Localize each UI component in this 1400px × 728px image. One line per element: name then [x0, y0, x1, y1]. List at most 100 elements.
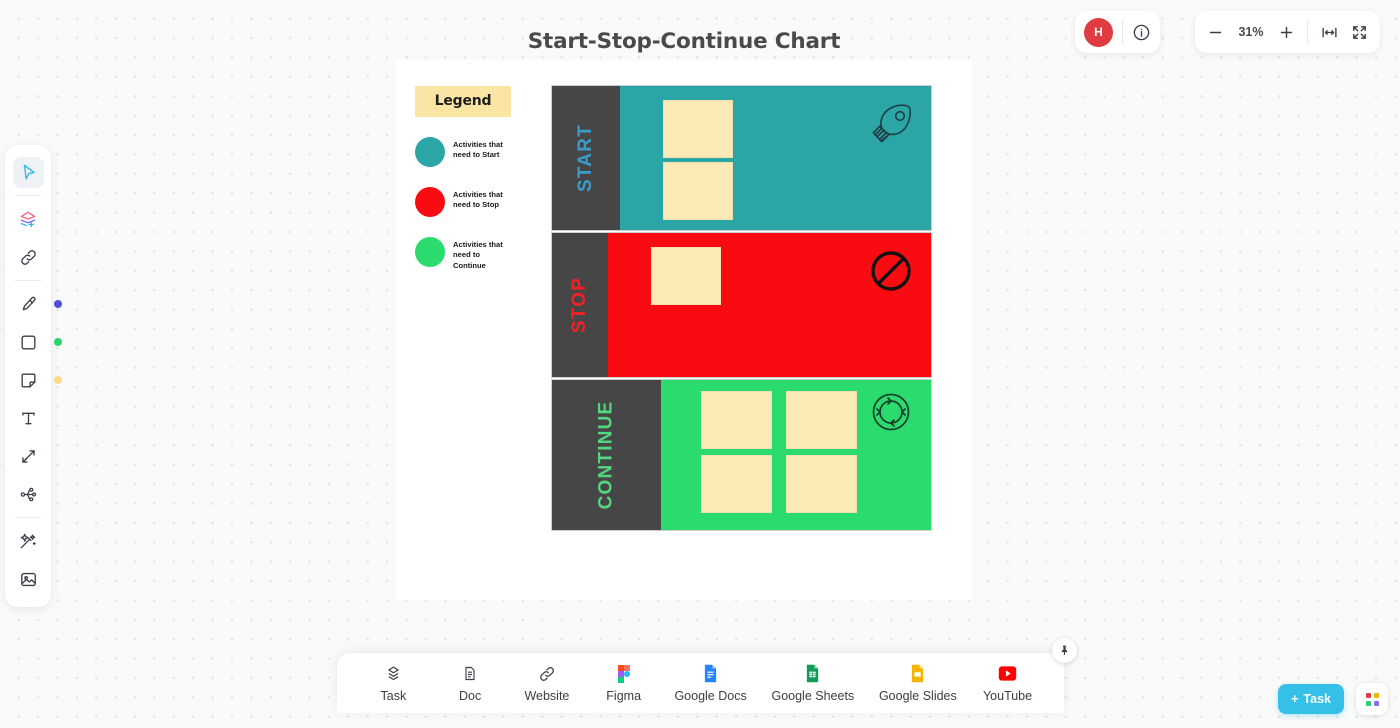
- magic-wand-icon: [20, 533, 36, 549]
- apps-grid-icon: [1365, 692, 1379, 706]
- insert-google-slides-button[interactable]: Google Slides: [879, 664, 957, 703]
- cursor-icon: [23, 164, 35, 180]
- legend-item-label: Activities that need to Stop: [453, 190, 503, 210]
- plus-icon: [1280, 26, 1293, 38]
- insert-item-label: Task: [380, 688, 407, 703]
- fullscreen-icon: [1353, 25, 1366, 39]
- row-label-stop: STOP: [552, 233, 609, 377]
- legend-item-label: Activities that need to Continue: [453, 240, 503, 270]
- divider: [1307, 21, 1308, 43]
- row-label-text: CONTINUE: [595, 400, 617, 510]
- legend-color-swatch-continue: [415, 237, 445, 267]
- insert-item-label: Figma: [606, 688, 642, 703]
- legend-color-swatch-stop: [415, 187, 445, 217]
- matrix-row-start[interactable]: START: [551, 85, 932, 231]
- insert-item-label: Website: [524, 688, 570, 703]
- create-task-label: Task: [1303, 692, 1331, 706]
- matrix-row-continue[interactable]: CONTINUE: [551, 379, 932, 531]
- avatar[interactable]: H: [1084, 17, 1113, 47]
- plus-icon: +: [1291, 692, 1299, 706]
- sticky-note[interactable]: [785, 455, 857, 513]
- legend-title: Legend: [415, 86, 511, 117]
- legend-item-label: Activities that need to Start: [453, 140, 503, 160]
- row-label-text: START: [574, 124, 596, 192]
- insert-google-docs-button[interactable]: Google Docs: [674, 664, 747, 703]
- fit-width-button[interactable]: [1320, 24, 1339, 41]
- pen-tool[interactable]: [13, 289, 62, 320]
- create-task-button[interactable]: + Task: [1278, 684, 1344, 714]
- google-sheets-icon: [805, 664, 820, 684]
- text-icon: [21, 412, 35, 424]
- sticky-note[interactable]: [700, 391, 772, 449]
- row-body-continue[interactable]: [660, 380, 931, 530]
- row-label-continue: CONTINUE: [552, 380, 661, 530]
- divider: [1122, 21, 1123, 43]
- legend-item-continue: Activities that need to Continue: [415, 237, 511, 271]
- insert-item-label: Google Slides: [878, 688, 957, 703]
- insert-google-sheets-button[interactable]: Google Sheets: [771, 664, 854, 703]
- sticky-note[interactable]: [785, 391, 857, 449]
- toolbar-divider: [15, 195, 41, 196]
- sticky-note[interactable]: [662, 162, 733, 220]
- mindmap-tool[interactable]: [13, 479, 44, 510]
- info-button[interactable]: [1132, 23, 1151, 42]
- apps-launcher-button[interactable]: [1356, 683, 1388, 715]
- highlighter-icon: [22, 296, 36, 310]
- minus-icon: [1209, 31, 1222, 33]
- legend-color-swatch-start: [415, 137, 445, 167]
- connector-tool[interactable]: [13, 441, 44, 472]
- link-icon: [20, 249, 36, 265]
- row-body-start[interactable]: [619, 86, 931, 230]
- ai-tool[interactable]: [13, 526, 44, 557]
- legend-item-stop: Activities that need to Stop: [415, 187, 511, 217]
- insert-website-button[interactable]: Website: [521, 664, 573, 703]
- zoom-level-label[interactable]: 31%: [1236, 25, 1266, 39]
- toolbar-divider: [15, 517, 41, 518]
- sticky-note[interactable]: [700, 455, 772, 513]
- cycle-icon: [867, 388, 915, 436]
- sticky-note[interactable]: [662, 100, 733, 158]
- row-body-stop[interactable]: [608, 233, 931, 377]
- row-label-start: START: [552, 86, 620, 230]
- shape-color-indicator: [53, 337, 62, 346]
- pin-icon: [1061, 645, 1068, 655]
- insert-item-label: Doc: [459, 688, 482, 703]
- board-title: Start-Stop-Continue Chart: [527, 29, 841, 54]
- sticky-note[interactable]: [651, 247, 722, 305]
- image-icon: [20, 572, 36, 586]
- pin-toolbar-button[interactable]: [1052, 638, 1077, 663]
- fullscreen-button[interactable]: [1351, 24, 1368, 41]
- double-arrow-icon: [21, 449, 35, 463]
- matrix-row-stop[interactable]: STOP: [551, 232, 932, 378]
- fit-width-icon: [1322, 27, 1337, 37]
- zoom-in-button[interactable]: [1278, 24, 1295, 41]
- no-entry-icon: [867, 247, 915, 295]
- insert-youtube-button[interactable]: YouTube: [982, 664, 1034, 703]
- rocket-icon: [867, 100, 915, 148]
- pen-color-indicator: [53, 299, 62, 308]
- select-tool[interactable]: [12, 156, 44, 188]
- insert-doc-button[interactable]: Doc: [444, 664, 496, 703]
- shape-tool[interactable]: [13, 327, 62, 358]
- info-icon: [1133, 24, 1150, 40]
- sticky-note-tool[interactable]: [13, 365, 62, 396]
- user-controls-group: H: [1075, 11, 1160, 53]
- legend: Legend Activities that need to Start Act…: [415, 86, 511, 271]
- insert-item-label: Google Sheets: [771, 688, 855, 703]
- doc-icon: [462, 664, 478, 684]
- link-tool[interactable]: [13, 242, 44, 273]
- square-icon: [20, 334, 36, 350]
- text-tool[interactable]: [13, 403, 44, 434]
- insert-task-button[interactable]: Task: [367, 664, 419, 703]
- google-docs-icon: [703, 664, 718, 684]
- youtube-icon: [998, 664, 1017, 684]
- toolbar-divider: [15, 280, 41, 281]
- google-slides-icon: [910, 664, 925, 684]
- add-layer-tool[interactable]: [13, 204, 44, 235]
- link-icon: [538, 664, 556, 684]
- zoom-out-button[interactable]: [1207, 24, 1224, 41]
- insert-figma-button[interactable]: Figma: [598, 664, 650, 703]
- image-tool[interactable]: [13, 564, 44, 595]
- insert-item-label: Google Docs: [674, 688, 747, 703]
- legend-item-start: Activities that need to Start: [415, 137, 511, 167]
